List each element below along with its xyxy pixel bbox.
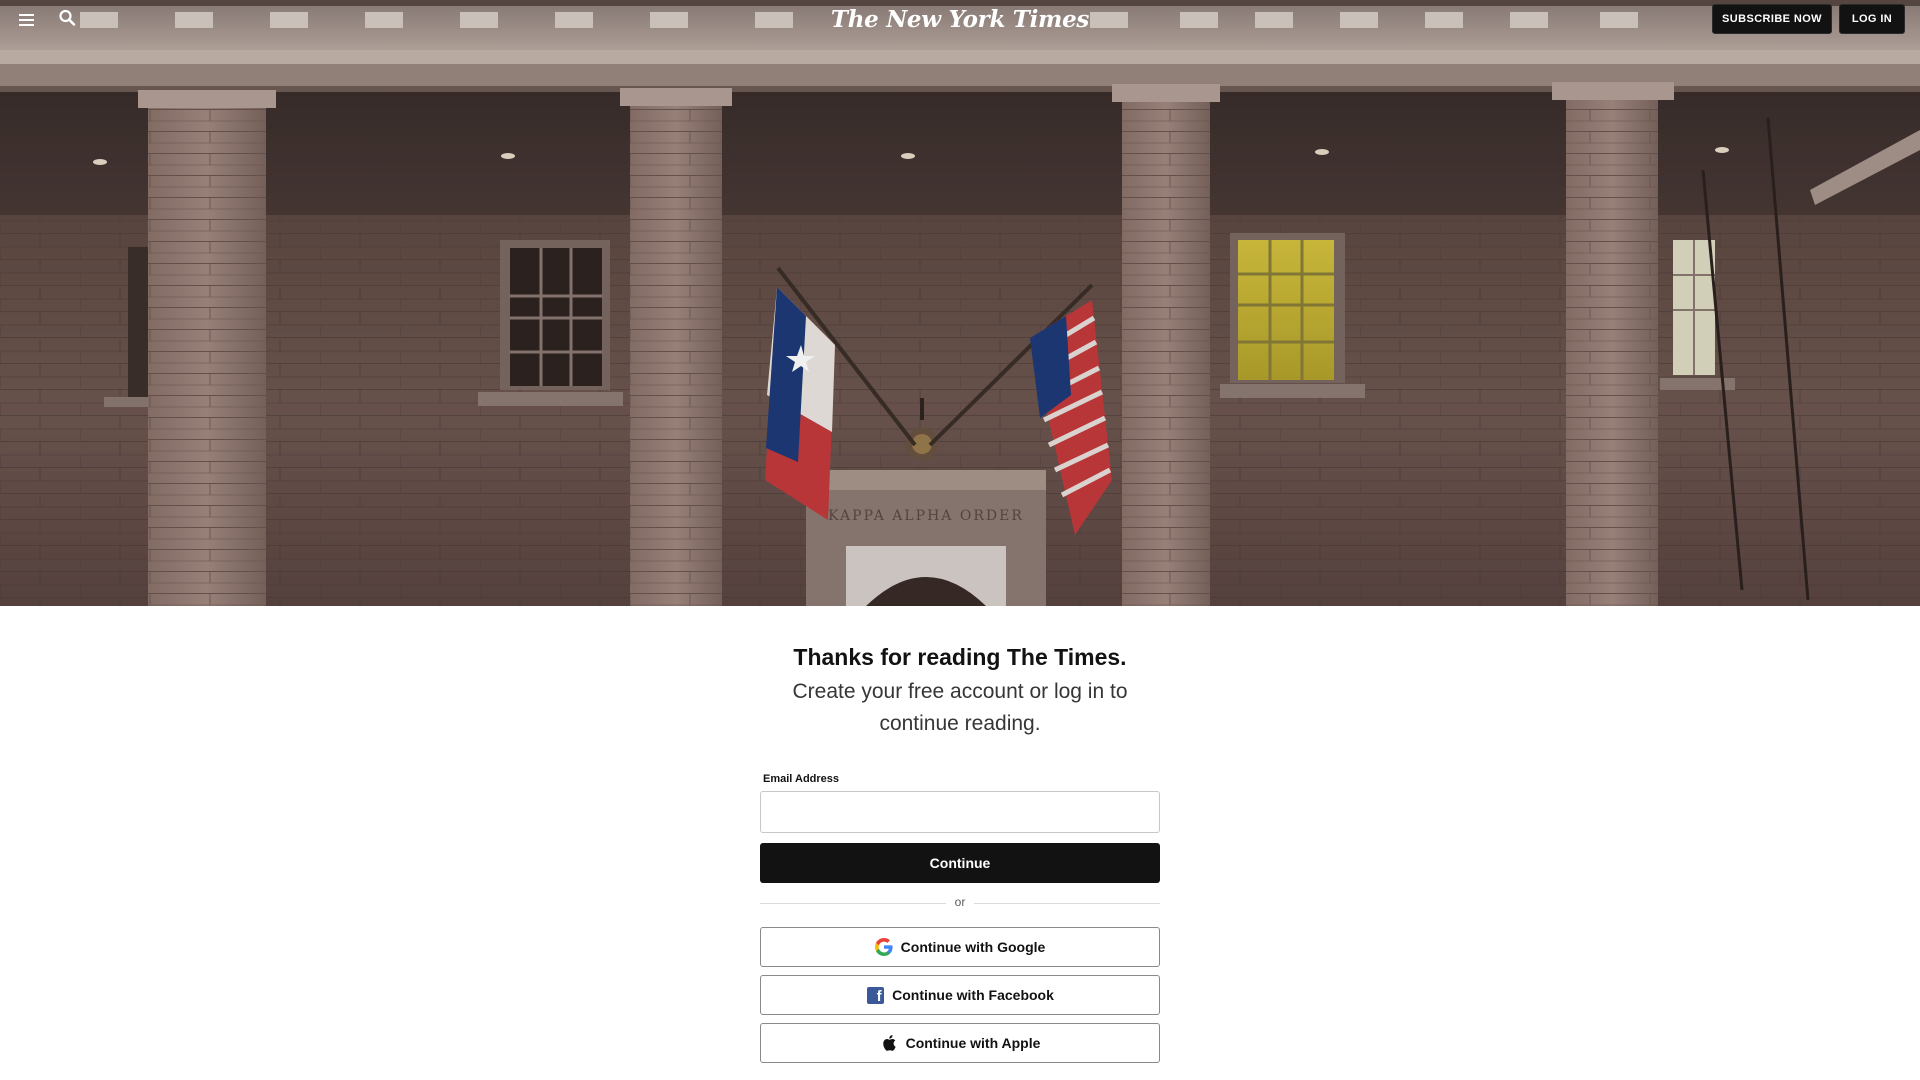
facebook-button-label: Continue with Facebook: [892, 987, 1054, 1003]
registration-wall: Thanks for reading The Times. Create you…: [0, 606, 1920, 1080]
hero-photo: KAPPA ALPHA ORDER: [0, 0, 1920, 606]
continue-with-google-button[interactable]: Continue with Google: [760, 927, 1160, 967]
search-icon[interactable]: [58, 8, 82, 30]
page-subheading: Create your free account or log in to co…: [792, 680, 1128, 735]
google-icon: [874, 938, 893, 956]
nyt-logo[interactable]: The New York Times: [831, 6, 1089, 33]
log-in-button[interactable]: LOG IN: [1839, 4, 1905, 34]
email-field[interactable]: [760, 791, 1160, 833]
apple-button-label: Continue with Apple: [905, 1035, 1041, 1051]
or-divider: or: [760, 895, 1160, 911]
divider-text: or: [954, 895, 966, 909]
continue-button[interactable]: Continue: [760, 843, 1160, 883]
continue-with-facebook-button[interactable]: f Continue with Facebook: [760, 975, 1160, 1015]
subscribe-now-button[interactable]: SUBSCRIBE NOW: [1712, 4, 1832, 34]
continue-with-apple-button[interactable]: Continue with Apple: [760, 1023, 1160, 1063]
google-button-label: Continue with Google: [900, 939, 1046, 955]
hamburger-menu-icon[interactable]: [16, 8, 40, 30]
apple-icon: [880, 1034, 898, 1052]
facebook-icon: f: [866, 986, 884, 1004]
top-navigation-bar: The New York Times SUBSCRIBE NOW LOG IN: [0, 0, 1920, 38]
email-label: Email Address: [763, 773, 840, 785]
page-heading: Thanks for reading The Times.: [793, 644, 1127, 670]
divider-line-right: [974, 903, 1160, 904]
